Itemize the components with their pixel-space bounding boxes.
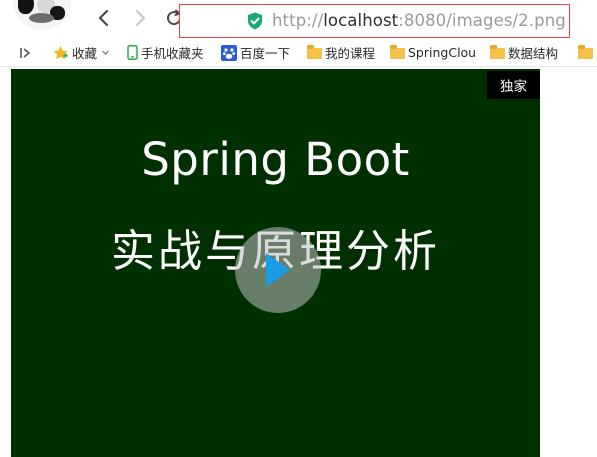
bookmark-data-structures[interactable]: 数据结构 [490, 43, 558, 62]
bookmark-my-courses[interactable]: 我的课程 [307, 43, 375, 62]
folder-icon [490, 45, 505, 59]
bookmark-label: 我的课程 [325, 46, 376, 61]
bookmark-mobile[interactable]: 手机收藏夹 [127, 43, 204, 62]
browser-toolbar: http://localhost:8080/images/2.png [0, 0, 597, 38]
bookmarks-bar: 收藏 手机收藏夹 百度一下 我的课程 SpringClou 数据结构 [0, 38, 597, 67]
profile-avatar[interactable] [13, 0, 71, 30]
url-host: localhost [323, 11, 399, 30]
bookmark-label: SpringClou [408, 45, 477, 60]
bookmark-label: 百度一下 [240, 46, 291, 61]
folder-icon [307, 45, 322, 59]
baidu-paw-icon [221, 44, 237, 61]
bookmark-label: 收藏 [72, 46, 98, 61]
bookmark-label: 数据结构 [508, 46, 559, 61]
star-icon [52, 45, 69, 61]
url-scheme: http:// [272, 11, 324, 30]
play-button[interactable] [235, 227, 321, 313]
address-bar[interactable]: http://localhost:8080/images/2.png [179, 4, 570, 38]
folder-icon [578, 45, 593, 59]
video-title-line-1: Spring Boot [141, 133, 410, 186]
chevron-right-icon [135, 9, 146, 27]
sidebar-toggle-icon [20, 47, 30, 58]
bookmark-baidu[interactable]: 百度一下 [221, 43, 290, 62]
back-button[interactable] [92, 6, 116, 30]
bookmark-overflow[interactable] [578, 43, 596, 62]
url-path: :8080/images/2.png [398, 11, 566, 30]
play-icon [266, 253, 290, 287]
bookmark-favorites[interactable]: 收藏 [52, 43, 110, 62]
shield-icon [248, 12, 262, 30]
phone-icon [127, 45, 138, 60]
sidebar-toggle-button[interactable] [18, 43, 32, 62]
chevron-down-icon [102, 50, 109, 55]
bookmark-springcloud[interactable]: SpringClou [390, 43, 476, 62]
url-text[interactable]: http://localhost:8080/images/2.png [272, 11, 566, 30]
video-player[interactable]: 独家 Spring Boot 实战与原理分析 [11, 69, 540, 457]
folder-icon [390, 45, 405, 59]
forward-button[interactable] [128, 6, 152, 30]
exclusive-badge: 独家 [487, 71, 540, 99]
chevron-left-icon [98, 9, 109, 27]
bookmark-label: 手机收藏夹 [141, 46, 204, 61]
